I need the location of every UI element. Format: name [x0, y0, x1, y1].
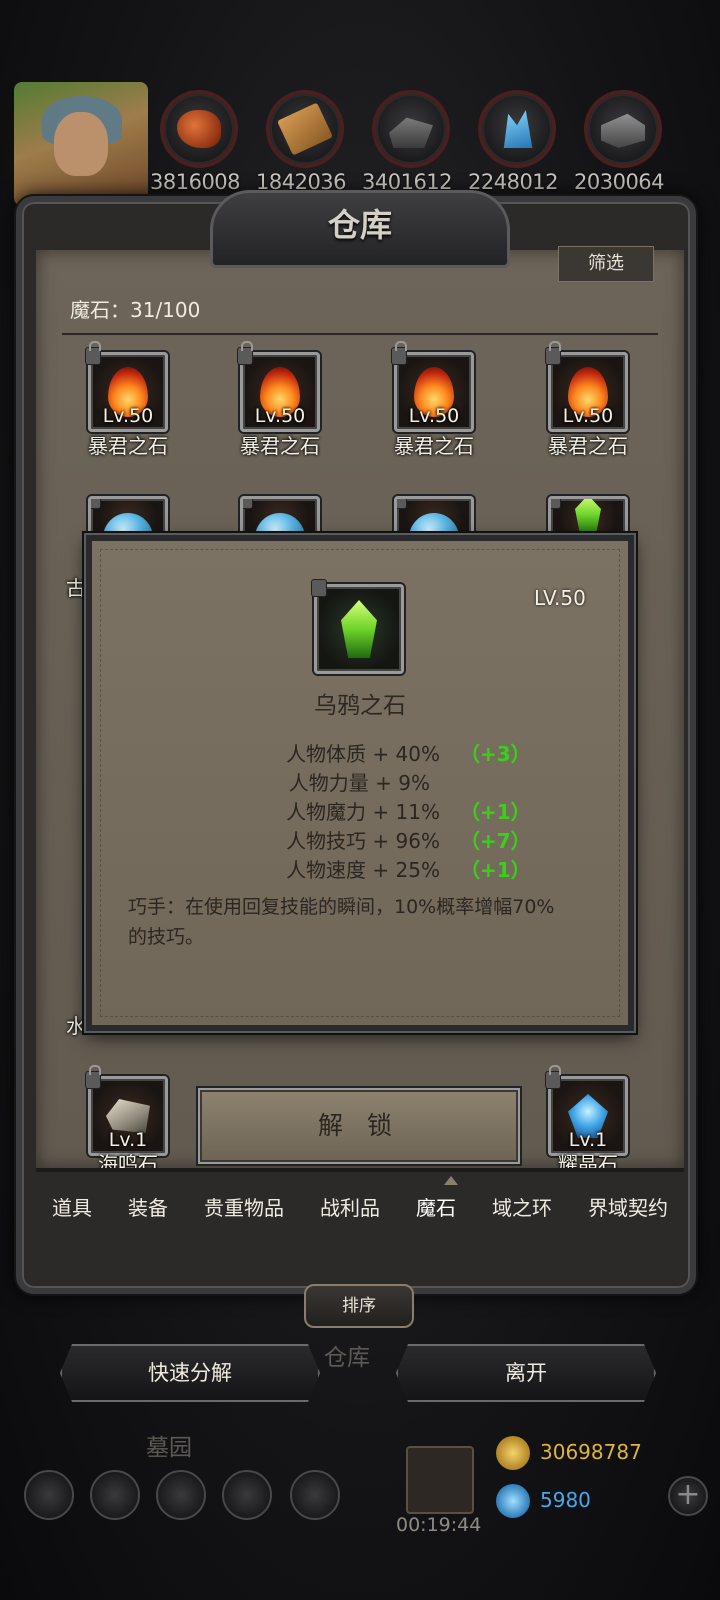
lock-icon — [397, 499, 407, 509]
stone-slot[interactable]: Lv.50 — [545, 341, 628, 432]
shield-icon[interactable] — [290, 1470, 340, 1520]
sea-stone-icon — [106, 1099, 150, 1133]
stat-row: 人物力量 + 9% — [200, 767, 600, 795]
stat-row: 人物体质 + 40% （+3） — [200, 738, 600, 766]
stone-level: Lv.50 — [254, 405, 306, 427]
stone-name-partial: 水 — [66, 1014, 86, 1038]
tab-loot[interactable]: 战利品 — [314, 1192, 386, 1221]
tab-domain-ring[interactable]: 域之环 — [486, 1192, 558, 1221]
panel-title: 仓库 — [327, 206, 392, 244]
stat-bonus: （+3） — [460, 742, 531, 766]
stone-slot[interactable]: Lv.50 — [85, 341, 168, 432]
add-currency-icon[interactable]: + — [668, 1476, 708, 1516]
meat-count: 3816008 — [150, 170, 241, 194]
lock-icon — [311, 579, 327, 597]
gold-coin-icon — [496, 1436, 530, 1470]
stone-name: 暴君之石 — [394, 434, 474, 458]
stone-slot[interactable]: Lv.1 — [85, 1065, 168, 1156]
event-timer: 00:19:44 — [396, 1514, 482, 1536]
stat-label: 人物魔力 + 11% — [286, 800, 440, 824]
stone-level: Lv.50 — [408, 405, 460, 427]
tab-equipment[interactable]: 装备 — [122, 1192, 174, 1221]
stat-bonus: （+1） — [460, 800, 531, 824]
stone-slot[interactable]: Lv.50 — [391, 341, 474, 432]
stat-row: 人物技巧 + 96% （+7） — [200, 825, 600, 853]
crow-stone-icon — [575, 499, 601, 535]
stone-level: Lv.50 — [562, 405, 614, 427]
stone-level: Lv.50 — [102, 405, 154, 427]
unlock-button[interactable]: 解 锁 — [200, 1090, 518, 1162]
stone-slot[interactable]: Lv.50 — [237, 341, 320, 432]
crystal-icon — [478, 90, 556, 168]
lock-icon — [91, 499, 101, 509]
settings-icon[interactable] — [24, 1470, 74, 1520]
stone-level: LV.50 — [534, 586, 586, 610]
lock-icon — [551, 499, 561, 509]
gem-amount: 5980 — [540, 1488, 591, 1512]
category-tabs: 道具 装备 贵重物品 战利品 魔石 域之环 界域契约 — [36, 1174, 684, 1238]
stone-skill-description: 巧手：在使用回复技能的瞬间，10%概率增幅70%的技巧。 — [128, 896, 555, 948]
lock-icon — [545, 1065, 561, 1089]
background-graveyard-label: 墓园 — [146, 1435, 192, 1461]
stat-row: 人物速度 + 25% （+1） — [200, 854, 600, 882]
selected-stone-slot — [311, 579, 404, 674]
lock-icon — [237, 341, 253, 365]
stat-label: 人物力量 + 9% — [288, 771, 430, 795]
lock-icon — [243, 499, 253, 509]
lock-icon — [85, 1065, 101, 1089]
stone-icon — [372, 90, 450, 168]
crow-stone-icon — [341, 600, 377, 658]
stat-label: 人物速度 + 25% — [286, 858, 440, 882]
background-warehouse-label: 仓库 — [324, 1345, 370, 1371]
iron-icon — [584, 90, 662, 168]
stone-name-partial: 古 — [66, 576, 86, 600]
quick-decompose-button[interactable]: 快速分解 — [60, 1344, 320, 1402]
stone-title: 乌鸦之石 — [314, 693, 406, 719]
lock-icon — [545, 341, 561, 365]
tabs-divider — [36, 1168, 684, 1172]
stone-name: 海鸣石 — [98, 1152, 158, 1168]
tab-magic-stones[interactable]: 魔石 — [410, 1192, 462, 1221]
stone-slot[interactable]: Lv.1 — [545, 1065, 628, 1156]
sort-button[interactable]: 排序 — [304, 1284, 414, 1328]
wood-icon — [266, 90, 344, 168]
gem-icon — [496, 1484, 530, 1518]
stone-name: 暴君之石 — [240, 434, 320, 458]
gold-amount: 30698787 — [540, 1440, 642, 1464]
meat-icon — [160, 90, 238, 168]
stone-name: 耀晶石 — [558, 1152, 618, 1168]
tab-realm-contract[interactable]: 界域契约 — [582, 1192, 674, 1221]
lock-icon — [85, 341, 101, 365]
star-icon[interactable] — [90, 1470, 140, 1520]
filter-button[interactable]: 筛选 — [558, 246, 654, 282]
lock-icon — [391, 341, 407, 365]
stone-capacity: 魔石：31/100 — [70, 298, 201, 322]
divider — [62, 333, 658, 335]
stone-name: 暴君之石 — [548, 434, 628, 458]
iron-count: 2030064 — [574, 170, 665, 194]
tab-valuables[interactable]: 贵重物品 — [198, 1192, 290, 1221]
scroll-icon[interactable] — [156, 1470, 206, 1520]
tab-items[interactable]: 道具 — [46, 1192, 98, 1221]
stat-label: 人物技巧 + 96% — [286, 829, 440, 853]
stat-label: 人物体质 + 40% — [286, 742, 440, 766]
stat-bonus: （+7） — [460, 829, 531, 853]
stat-bonus: （+1） — [460, 858, 531, 882]
stone-name: 暴君之石 — [88, 434, 168, 458]
player-avatar[interactable] — [14, 82, 148, 206]
crystal-count: 2248012 — [468, 170, 559, 194]
mail-icon[interactable] — [222, 1470, 272, 1520]
stat-row: 人物魔力 + 11% （+1） — [200, 796, 600, 824]
gift-icon[interactable] — [406, 1446, 474, 1514]
leave-button[interactable]: 离开 — [396, 1344, 656, 1402]
